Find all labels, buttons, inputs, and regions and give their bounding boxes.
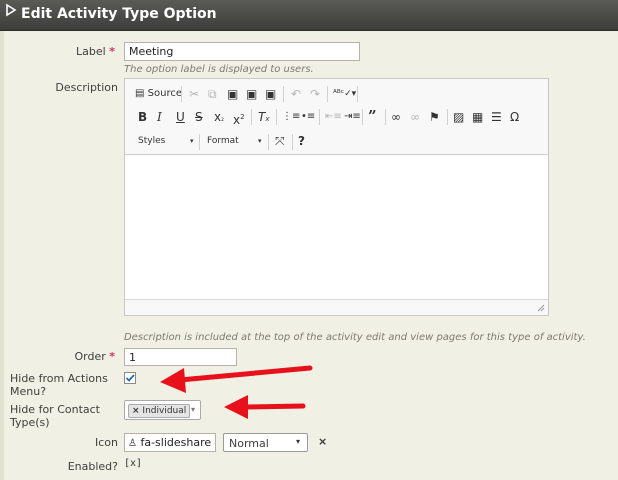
arrow-annotation-icon xyxy=(160,365,313,393)
format-label: Format xyxy=(207,136,239,146)
undo-icon[interactable]: ↶ xyxy=(291,87,301,101)
copy-icon[interactable]: ⧉ xyxy=(208,87,217,101)
icon-value: fa-slideshare xyxy=(140,436,212,449)
toolbar-separator xyxy=(292,134,293,150)
paste-icon[interactable]: ▣ xyxy=(227,87,238,101)
indent-icon[interactable]: ⇥≡ xyxy=(344,110,361,124)
hide-contact-label-line2: Type(s) xyxy=(10,416,50,429)
toolbar-separator xyxy=(327,86,328,102)
editor-footer xyxy=(125,299,548,315)
source-button[interactable]: ▤ Source xyxy=(135,87,182,101)
required-mark: * xyxy=(109,350,115,363)
bulleted-list-icon[interactable]: •≡ xyxy=(301,110,315,124)
toolbar-separator xyxy=(362,109,363,125)
order-label-text: Order xyxy=(74,350,106,363)
toolbar-separator xyxy=(283,86,284,102)
chevron-down-icon: ▾ xyxy=(296,437,301,446)
outdent-icon[interactable]: ⇤≡ xyxy=(325,110,342,124)
hide-actions-checkbox[interactable] xyxy=(124,372,136,384)
icon-style-value: Normal xyxy=(229,437,269,450)
description-label: Description xyxy=(55,81,118,94)
paste-text-icon[interactable]: ▣ xyxy=(246,87,257,101)
source-icon: ▤ xyxy=(135,88,145,99)
anchor-icon[interactable]: ⚑ xyxy=(429,110,440,124)
styles-label: Styles xyxy=(138,136,166,146)
bold-icon[interactable]: B xyxy=(138,110,147,124)
label-help-text: The option label is displayed to users. xyxy=(124,64,314,75)
dialog-title: Edit Activity Type Option xyxy=(21,6,217,22)
label-input[interactable] xyxy=(124,42,360,61)
spellcheck-icon[interactable]: ᴬᴮᶜ✓▾ xyxy=(333,87,356,101)
label-field-label: Label * xyxy=(60,45,115,58)
toolbar-separator xyxy=(357,86,358,102)
image-icon[interactable]: ▨ xyxy=(453,110,464,124)
italic-icon[interactable]: I xyxy=(157,110,162,124)
toolbar-separator xyxy=(276,109,277,125)
icon-style-select[interactable]: Normal ▾ xyxy=(223,433,308,452)
description-help-text: Description is included at the top of th… xyxy=(124,332,586,343)
strikethrough-icon[interactable]: S xyxy=(195,110,203,124)
format-dropdown[interactable]: Format ▾ xyxy=(207,135,262,147)
superscript-icon[interactable]: x2 xyxy=(233,110,245,127)
toolbar-separator xyxy=(319,109,320,125)
enabled-value: [x] xyxy=(124,458,143,469)
annotation-arrows xyxy=(160,365,313,419)
editor-content-area[interactable] xyxy=(125,156,548,299)
remove-format-icon[interactable]: Tx xyxy=(258,110,270,126)
label-field-text: Label xyxy=(76,45,106,58)
play-icon xyxy=(6,3,17,17)
resize-handle-icon[interactable] xyxy=(537,304,545,312)
underline-icon[interactable]: U xyxy=(176,110,185,124)
checkmark-icon xyxy=(125,374,135,382)
toolbar-separator xyxy=(447,109,448,125)
redo-icon[interactable]: ↷ xyxy=(310,87,320,101)
source-label: Source xyxy=(147,88,182,99)
cut-icon[interactable]: ✂ xyxy=(189,87,199,101)
help-icon[interactable]: ? xyxy=(298,134,305,148)
toolbar-separator xyxy=(268,134,269,150)
table-icon[interactable]: ▦ xyxy=(472,110,483,124)
rich-text-editor[interactable]: ▤ Source ✂ ⧉ ▣ ▣ ▣ ↶ ↷ ᴬᴮᶜ✓▾ B I U S x₂ … xyxy=(124,78,549,316)
maximize-icon[interactable]: ⤧ xyxy=(275,134,285,148)
order-field-label: Order * xyxy=(60,350,115,363)
special-char-icon[interactable]: Ω xyxy=(510,110,519,124)
horizontal-line-icon[interactable]: ☰ xyxy=(491,110,502,124)
slideshare-icon: ♙ xyxy=(128,438,137,449)
remove-tag-icon[interactable]: × xyxy=(132,406,140,416)
blockquote-icon[interactable]: ” xyxy=(368,109,377,124)
paste-word-icon[interactable]: ▣ xyxy=(265,87,276,101)
required-mark: * xyxy=(109,45,115,58)
toolbar-separator xyxy=(199,134,200,150)
chevron-down-icon: ▾ xyxy=(190,137,194,145)
hide-contact-label-line1: Hide for Contact xyxy=(10,403,100,416)
editor-toolbar: ▤ Source ✂ ⧉ ▣ ▣ ▣ ↶ ↷ ᴬᴮᶜ✓▾ B I U S x₂ … xyxy=(125,79,548,155)
hide-actions-label-line1: Hide from Actions xyxy=(10,372,108,385)
icon-field-label: Icon xyxy=(95,436,118,449)
arrow-annotation-icon xyxy=(224,395,306,419)
clear-icon-button[interactable]: × xyxy=(318,435,327,448)
hide-contact-label: Hide for Contact Type(s) xyxy=(10,403,100,429)
enabled-label: Enabled? xyxy=(67,460,118,473)
hide-actions-label-line2: Menu? xyxy=(10,385,47,398)
toolbar-separator xyxy=(181,86,182,102)
chevron-down-icon: ▾ xyxy=(258,137,262,145)
styles-dropdown[interactable]: Styles ▾ xyxy=(138,135,194,147)
link-icon[interactable]: ∞ xyxy=(391,110,401,124)
icon-picker[interactable]: ♙ fa-slideshare xyxy=(124,433,216,452)
toolbar-separator xyxy=(251,109,252,125)
toolbar-separator xyxy=(385,109,386,125)
numbered-list-icon[interactable]: ⋮≡ xyxy=(282,110,300,124)
dialog-titlebar: Edit Activity Type Option xyxy=(0,0,618,31)
hide-actions-label: Hide from Actions Menu? xyxy=(10,372,108,398)
subscript-icon[interactable]: x₂ xyxy=(214,110,224,126)
unlink-icon[interactable]: ∞ xyxy=(410,110,420,124)
